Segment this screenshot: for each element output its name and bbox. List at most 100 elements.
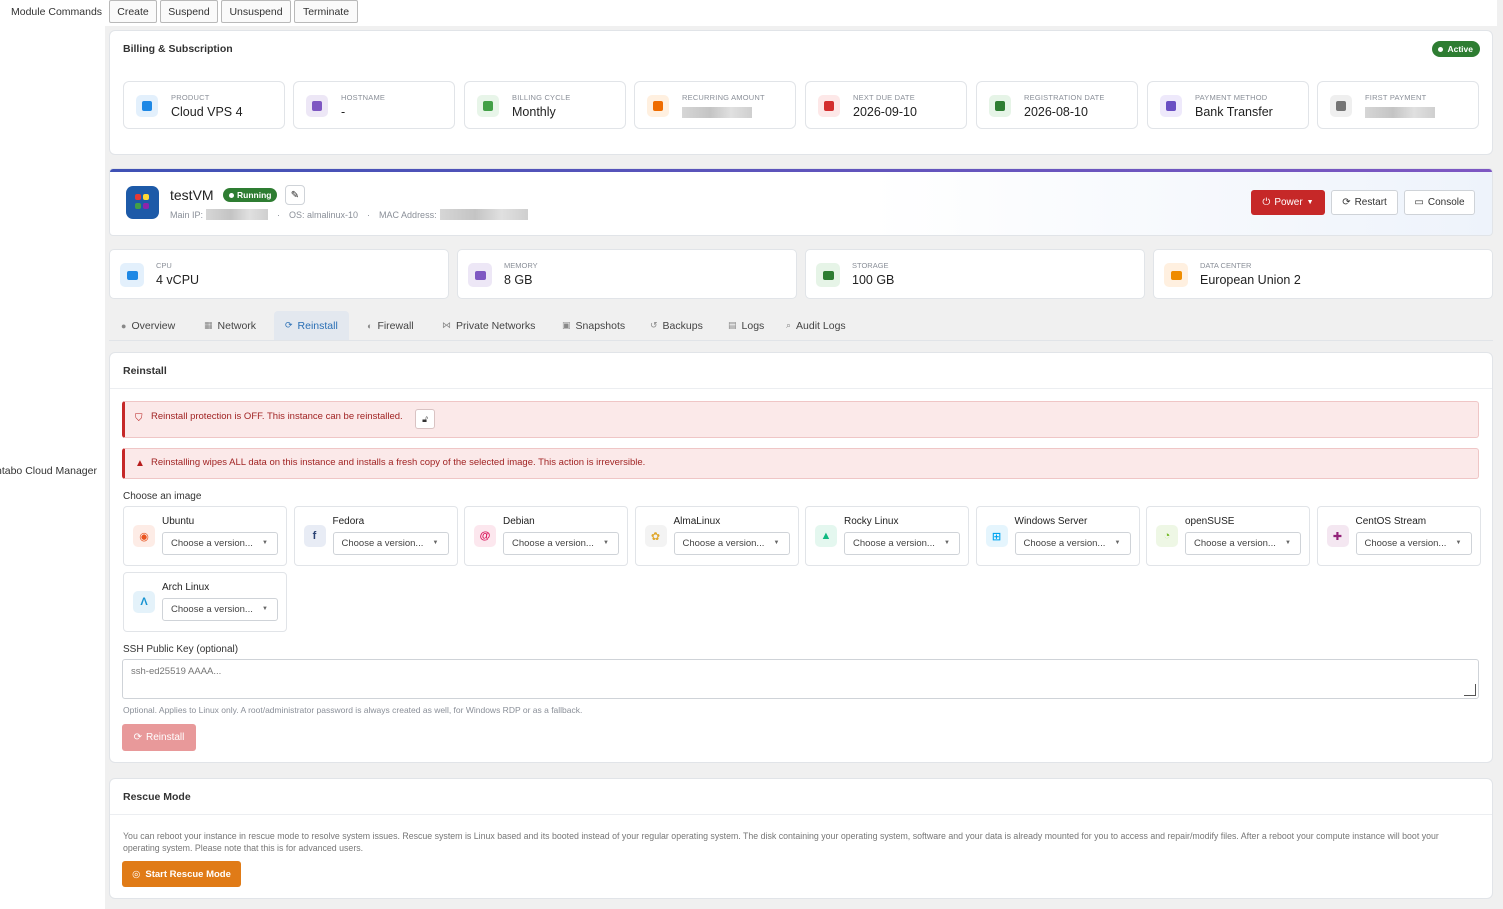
image-option[interactable]: f Fedora Choose a version... ▼ xyxy=(293,506,458,566)
restart-button[interactable]: ⟳ Restart xyxy=(1331,190,1398,215)
spec-label: DATA CENTER xyxy=(1200,261,1252,270)
spec-card: DATA CENTER European Union 2 xyxy=(1153,249,1493,299)
version-select[interactable]: Choose a version... ▼ xyxy=(503,532,619,555)
refresh-icon xyxy=(477,95,499,117)
stat-value: Cloud VPS 4 xyxy=(171,105,243,119)
version-select[interactable]: Choose a version... ▼ xyxy=(1355,532,1472,555)
debian-icon: @ xyxy=(474,525,496,547)
image-option[interactable]: ⊞ Windows Server Choose a version... ▼ xyxy=(975,506,1140,566)
bank-icon xyxy=(1160,95,1182,117)
version-select-value: Choose a version... xyxy=(1023,538,1106,549)
left-label-column: Module Commands ntabo Cloud Manager xyxy=(0,0,105,909)
version-select-value: Choose a version... xyxy=(171,538,253,549)
version-select[interactable]: Choose a version... ▼ xyxy=(332,532,449,555)
reinstall-button[interactable]: ⟳ Reinstall xyxy=(122,724,196,751)
version-select-value: Choose a version... xyxy=(341,538,424,549)
tab-reinstall[interactable]: ⟳ Reinstall xyxy=(274,311,349,340)
datacenter-icon xyxy=(1164,263,1188,287)
rescue-title: Rescue Mode xyxy=(123,791,191,803)
create-button[interactable]: Create xyxy=(109,0,157,23)
spec-label: CPU xyxy=(156,261,172,270)
image-name: Arch Linux xyxy=(162,582,210,593)
chevron-down-icon: ▼ xyxy=(603,540,609,546)
image-option[interactable]: Λ Arch Linux Choose a version... ▼ xyxy=(123,572,287,632)
unsuspend-button[interactable]: Unsuspend xyxy=(221,0,291,23)
wipe-alert: ▲ Reinstalling wipes ALL data on this in… xyxy=(122,448,1479,479)
version-select[interactable]: Choose a version... ▼ xyxy=(1185,532,1301,555)
spec-value: 8 GB xyxy=(504,273,533,287)
power-button[interactable]: ⏻ Power ▼ xyxy=(1251,190,1325,215)
receipt-icon xyxy=(1330,95,1352,117)
unlock-button[interactable]: 🔓︎ xyxy=(415,409,435,429)
console-button[interactable]: ▭ Console xyxy=(1404,190,1475,215)
protection-alert-text: Reinstall protection is OFF. This instan… xyxy=(151,411,403,422)
status-dot-icon xyxy=(1438,46,1444,52)
chevron-down-icon: ▼ xyxy=(262,606,268,612)
tab-backups[interactable]: ↺ Backups xyxy=(639,311,714,340)
image-option[interactable]: ◉ Ubuntu Choose a version... ▼ xyxy=(123,506,287,566)
module-content: Create Suspend Unsuspend Terminate Billi… xyxy=(105,0,1503,909)
unlock-icon: 🔓︎ xyxy=(422,413,428,424)
scrollbar[interactable] xyxy=(1497,0,1503,909)
image-option[interactable]: ▲ Rocky Linux Choose a version... ▼ xyxy=(805,506,969,566)
running-dot-icon xyxy=(229,192,234,198)
tab-network[interactable]: ▦ Network xyxy=(193,311,267,340)
tab-label: Network xyxy=(217,319,257,332)
module-commands-bar: Create Suspend Unsuspend Terminate xyxy=(105,0,1503,26)
tab-overview[interactable]: ● Overview xyxy=(110,311,186,340)
image-option[interactable]: ✿ AlmaLinux Choose a version... ▼ xyxy=(634,506,799,566)
tab-logs[interactable]: ▤ Logs xyxy=(717,311,775,340)
tab-private-networks[interactable]: ⋈ Private Networks xyxy=(431,311,546,340)
rocky-linux-icon: ▲ xyxy=(815,525,837,547)
version-select-value: Choose a version... xyxy=(1364,538,1447,549)
resize-handle-icon[interactable] xyxy=(1464,684,1476,696)
restart-button-label: Restart xyxy=(1354,197,1387,208)
info-icon: ● xyxy=(121,320,127,331)
protection-alert: ⛉ Reinstall protection is OFF. This inst… xyxy=(122,401,1479,438)
image-name: AlmaLinux xyxy=(673,516,721,527)
spec-value: European Union 2 xyxy=(1200,273,1301,287)
tab-label: Firewall xyxy=(377,319,414,332)
os-label: OS: almalinux-10 xyxy=(289,209,359,220)
ssh-key-textarea[interactable] xyxy=(131,666,1470,692)
tab-firewall[interactable]: ◐ Firewall xyxy=(356,311,425,340)
restart-icon: ⟳ xyxy=(1342,197,1351,208)
stat-value: 2026-08-10 xyxy=(1024,105,1088,119)
edit-name-button[interactable]: ✎ xyxy=(285,185,305,205)
calendar-check-icon xyxy=(989,95,1011,117)
version-select[interactable]: Choose a version... ▼ xyxy=(162,598,278,621)
spec-label: STORAGE xyxy=(852,261,889,270)
chevron-down-icon: ▼ xyxy=(1455,540,1462,546)
version-select-value: Choose a version... xyxy=(171,604,253,615)
ubuntu-icon: ◉ xyxy=(133,525,155,547)
billing-stat: PAYMENT METHOD Bank Transfer xyxy=(1147,81,1309,129)
billing-title: Billing & Subscription xyxy=(123,43,233,55)
image-name: CentOS Stream xyxy=(1355,516,1427,527)
version-select[interactable]: Choose a version... ▼ xyxy=(162,532,278,555)
version-select[interactable]: Choose a version... ▼ xyxy=(1014,532,1131,555)
image-option[interactable]: @ Debian Choose a version... ▼ xyxy=(464,506,628,566)
redacted-value xyxy=(1365,107,1435,118)
version-select-value: Choose a version... xyxy=(512,538,594,549)
ssh-key-field[interactable] xyxy=(122,659,1479,699)
monitor-icon: ▭ xyxy=(1414,197,1424,208)
start-rescue-button[interactable]: ◎ Start Rescue Mode xyxy=(122,861,241,887)
vm-status-label: Running xyxy=(237,190,272,200)
shield-icon: ◐ xyxy=(367,320,373,331)
stat-value: Monthly xyxy=(512,105,556,119)
billing-stat: RECURRING AMOUNT xyxy=(634,81,796,129)
pencil-icon: ✎ xyxy=(290,189,300,201)
version-select[interactable]: Choose a version... ▼ xyxy=(673,532,790,555)
tab-audit-logs[interactable]: ⌕ Audit Logs xyxy=(775,311,857,340)
terminate-button[interactable]: Terminate xyxy=(294,0,358,23)
version-select[interactable]: Choose a version... ▼ xyxy=(844,532,960,555)
vm-meta: Main IP: · OS: almalinux-10 · MAC Addres… xyxy=(170,209,528,220)
memory-icon xyxy=(468,263,492,287)
image-option[interactable]: ◔ openSUSE Choose a version... ▼ xyxy=(1146,506,1310,566)
image-option[interactable]: ✚ CentOS Stream Choose a version... ▼ xyxy=(1316,506,1481,566)
main-ip-label: Main IP: xyxy=(170,209,204,220)
camera-icon: ▣ xyxy=(562,320,571,330)
tab-snapshots[interactable]: ▣ Snapshots xyxy=(551,311,636,340)
suspend-button[interactable]: Suspend xyxy=(160,0,218,23)
reinstall-card: Reinstall ⛉ Reinstall protection is OFF.… xyxy=(109,352,1493,763)
